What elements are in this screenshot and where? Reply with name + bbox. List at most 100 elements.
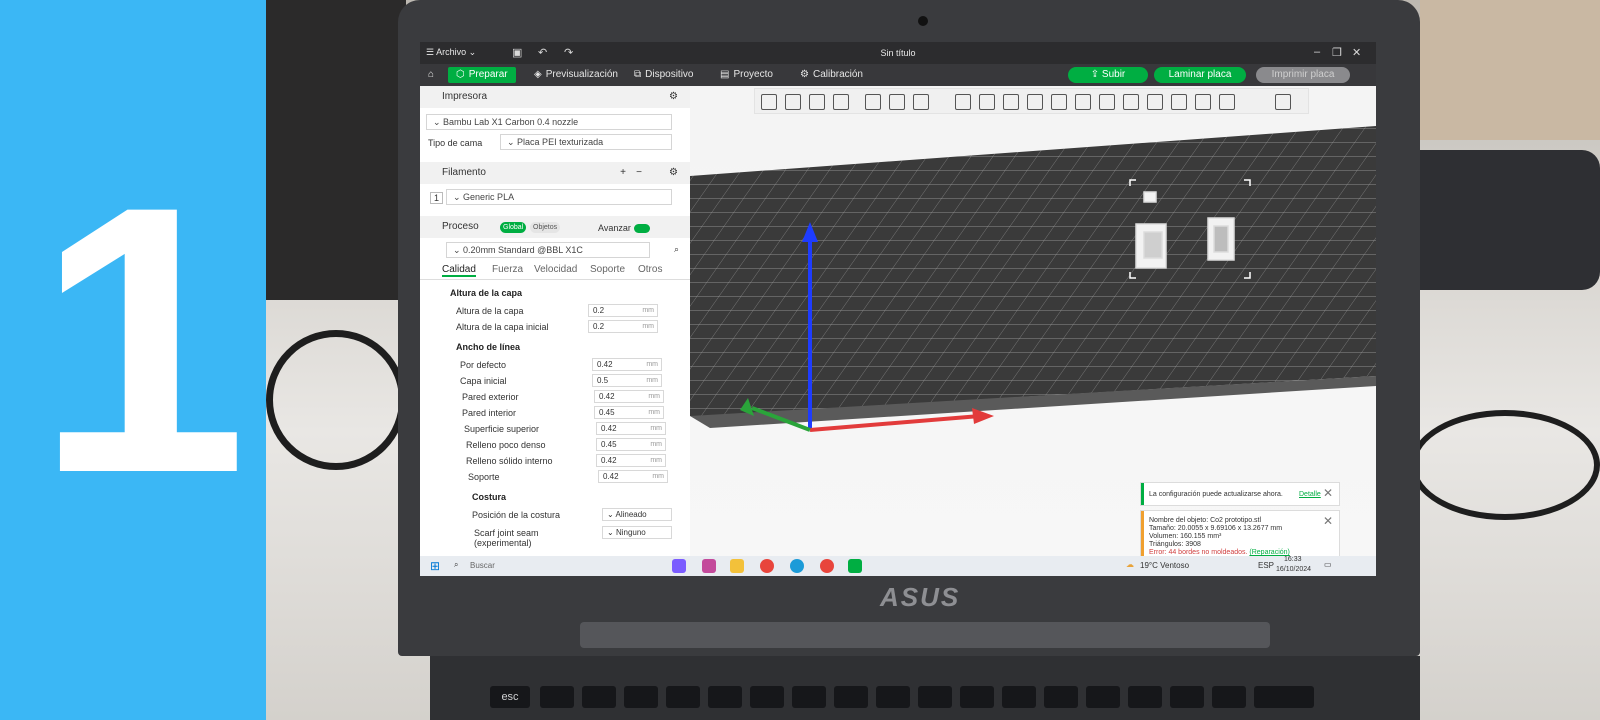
- tab-others[interactable]: Otros: [638, 264, 662, 275]
- weather-icon[interactable]: ☁: [1126, 560, 1134, 569]
- printer-select[interactable]: ⌄ Bambu Lab X1 Carbon 0.4 nozzle: [426, 114, 672, 130]
- rotate-icon[interactable]: [979, 94, 995, 110]
- objects-toggle[interactable]: Objetos: [530, 222, 561, 233]
- taskbar-search[interactable]: Buscar: [470, 561, 495, 570]
- color-paint-icon[interactable]: [1171, 94, 1187, 110]
- setting-input[interactable]: 0.2 mm: [588, 304, 658, 317]
- chevron-down-icon: ⌄: [433, 117, 444, 127]
- support-paint-icon[interactable]: [1099, 94, 1115, 110]
- gear-icon[interactable]: ⚙: [669, 162, 678, 184]
- process-profile-select[interactable]: ⌄ 0.20mm Standard @BBL X1C: [446, 242, 650, 258]
- search-icon[interactable]: ⌕: [674, 244, 679, 255]
- setting-select[interactable]: ⌄ Alineado: [602, 508, 672, 521]
- setting-label: Altura de la capa: [456, 306, 524, 316]
- restore-icon[interactable]: ❐: [1332, 46, 1342, 59]
- gear-icon[interactable]: ⚙: [669, 86, 678, 108]
- tab-quality[interactable]: Calidad: [442, 264, 476, 277]
- weather-text[interactable]: 19°C Ventoso: [1140, 561, 1189, 570]
- windows-start-icon[interactable]: ⊞: [430, 559, 440, 573]
- view-icon[interactable]: [1275, 94, 1291, 110]
- tab-project[interactable]: ▤ Proyecto: [712, 67, 781, 83]
- setting-input[interactable]: 0.45 mm: [594, 406, 664, 419]
- tab-prepare[interactable]: ⬡ Preparar: [448, 67, 516, 83]
- split-icon[interactable]: [865, 94, 881, 110]
- setting-input[interactable]: 0.5 mm: [592, 374, 662, 387]
- cube-icon: ⬡: [456, 69, 465, 80]
- setting-input[interactable]: 0.42 mm: [596, 454, 666, 467]
- tab-strength[interactable]: Fuerza: [492, 264, 523, 275]
- filament-select[interactable]: ⌄ Generic PLA: [446, 189, 672, 205]
- minimize-icon[interactable]: –: [1314, 46, 1320, 58]
- scale-icon[interactable]: [1003, 94, 1019, 110]
- setting-input[interactable]: 0.42 mm: [592, 358, 662, 371]
- print-plate-button[interactable]: Imprimir placa: [1256, 67, 1350, 83]
- setting-input[interactable]: 0.42 mm: [598, 470, 668, 483]
- orient-icon[interactable]: [809, 94, 825, 110]
- close-icon[interactable]: ✕: [1352, 46, 1361, 59]
- move-icon[interactable]: [955, 94, 971, 110]
- repair-link[interactable]: (Reparación): [1249, 549, 1289, 556]
- arrange-icon[interactable]: [833, 94, 849, 110]
- tab-device[interactable]: ⧉ Dispositivo: [626, 67, 702, 83]
- assembly-icon[interactable]: [1219, 94, 1235, 110]
- add-plate-icon[interactable]: [785, 94, 801, 110]
- 3d-viewport[interactable]: La configuración puede actualizarse ahor…: [690, 86, 1376, 556]
- bed-type-select[interactable]: ⌄ Placa PEI texturizada: [500, 134, 672, 150]
- unit: mm: [648, 393, 660, 400]
- upload-button[interactable]: ⇪ Subir: [1068, 67, 1148, 83]
- text-icon[interactable]: [1147, 94, 1163, 110]
- seam-paint-icon[interactable]: [1123, 94, 1139, 110]
- search-icon[interactable]: ⌕: [454, 560, 458, 570]
- setting-input[interactable]: 0.2 mm: [588, 320, 658, 333]
- printer-model: Bambu Lab X1 Carbon 0.4 nozzle: [443, 117, 579, 127]
- global-toggle[interactable]: Global: [500, 222, 527, 233]
- app-icon[interactable]: [702, 559, 716, 573]
- cut-icon[interactable]: [1051, 94, 1067, 110]
- setting-label: Relleno poco denso: [466, 440, 546, 450]
- plate-settings-icon[interactable]: [889, 94, 905, 110]
- printer-label: Impresora: [442, 91, 488, 102]
- tab-calibration[interactable]: ⚙ Calibración: [792, 67, 871, 83]
- update-detail-link[interactable]: Detalle: [1299, 491, 1321, 498]
- tab-label: Previsualización: [545, 69, 618, 80]
- layers-icon[interactable]: [913, 94, 929, 110]
- chrome-icon[interactable]: [760, 559, 774, 573]
- measure-icon[interactable]: [1195, 94, 1211, 110]
- update-notification: La configuración puede actualizarse ahor…: [1140, 482, 1340, 506]
- setting-select[interactable]: ⌄ Ninguno: [602, 526, 672, 539]
- advance-switch[interactable]: [634, 224, 650, 233]
- setting-value: 0.42: [599, 392, 615, 401]
- chevron-down-icon: ⌄: [453, 245, 464, 255]
- chevron-down-icon: ⌄: [507, 137, 518, 147]
- add-object-icon[interactable]: [761, 94, 777, 110]
- setting-input[interactable]: 0.42 mm: [594, 390, 664, 403]
- setting-input[interactable]: 0.42 mm: [596, 422, 666, 435]
- notification-icon[interactable]: ▭: [1324, 560, 1332, 569]
- tab-speed[interactable]: Velocidad: [534, 264, 577, 275]
- close-icon[interactable]: ✕: [1323, 486, 1333, 500]
- tab-preview[interactable]: ◈ Previsualización: [526, 67, 626, 83]
- chrome-icon[interactable]: [820, 559, 834, 573]
- tab-support[interactable]: Soporte: [590, 264, 625, 275]
- close-icon[interactable]: ✕: [1323, 514, 1333, 528]
- add-icon[interactable]: +: [620, 162, 626, 184]
- lay-on-face-icon[interactable]: [1027, 94, 1043, 110]
- setting-label: Posición de la costura: [472, 510, 561, 520]
- language-indicator[interactable]: ESP: [1258, 561, 1274, 570]
- file-explorer-icon[interactable]: [730, 559, 744, 573]
- edge-icon[interactable]: [790, 559, 804, 573]
- boolean-icon[interactable]: [1075, 94, 1091, 110]
- laptop-hinge: [580, 622, 1270, 648]
- object-info-notification: Nombre del objeto: Co2 prototipo.stl Tam…: [1140, 510, 1340, 556]
- printer-section-header[interactable]: Impresora ⚙: [420, 86, 690, 108]
- setting-input[interactable]: 0.45 mm: [596, 438, 666, 451]
- slice-plate-button[interactable]: Laminar placa: [1154, 67, 1246, 83]
- home-icon[interactable]: ⌂: [420, 67, 442, 83]
- bambu-studio-icon[interactable]: [848, 559, 862, 573]
- filament-section-header[interactable]: Filamento + − ⚙: [420, 162, 690, 184]
- clock-time[interactable]: 16:33: [1284, 556, 1302, 563]
- notice-accent: [1141, 511, 1144, 556]
- copilot-icon[interactable]: [672, 559, 686, 573]
- clock-date[interactable]: 16/10/2024: [1276, 566, 1311, 573]
- remove-icon[interactable]: −: [636, 162, 642, 184]
